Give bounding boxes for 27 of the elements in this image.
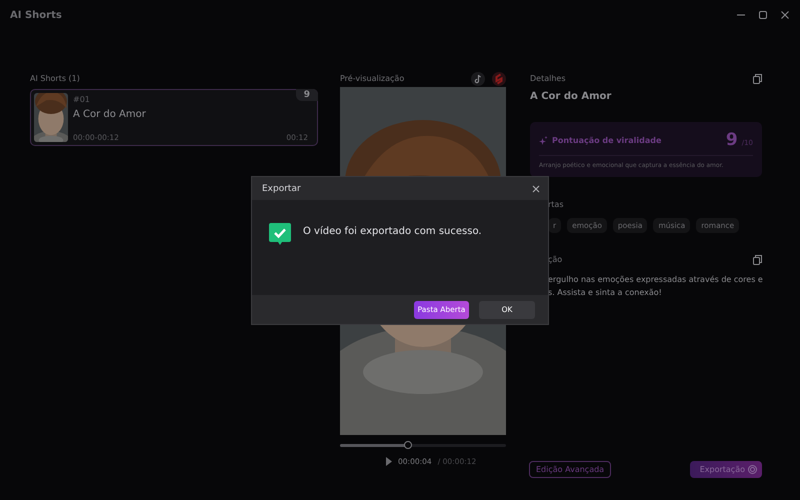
maximize-icon[interactable] (758, 10, 768, 20)
close-icon[interactable] (780, 10, 790, 20)
play-icon[interactable] (386, 457, 392, 466)
virality-score: 9 (726, 130, 738, 150)
music-note-icon[interactable] (471, 72, 485, 86)
score-badge: 9 (296, 89, 318, 101)
progress-handle[interactable] (404, 441, 412, 449)
progress-track[interactable] (340, 444, 506, 447)
close-icon[interactable] (532, 184, 540, 192)
section-heading: Pré-visualização (340, 73, 404, 85)
success-check-icon (268, 222, 292, 246)
section-heading: Detalhes (530, 73, 566, 85)
short-title: A Cor do Amor (530, 91, 612, 102)
short-title: A Cor do Amor (73, 109, 147, 120)
section-heading: AI Shorts (1) (30, 73, 81, 85)
virality-label: Pontuação de viralidade (552, 136, 662, 144)
short-index: #01 (73, 95, 91, 104)
window-title: AI Shorts (10, 10, 62, 20)
advanced-edit-button[interactable]: Edição Avançada (529, 461, 612, 478)
dialog-title: Exportar (262, 184, 301, 194)
copy-icon[interactable] (753, 74, 762, 84)
copy-icon[interactable] (753, 255, 762, 265)
success-message: O vídeo foi exportado com sucesso. (303, 226, 482, 237)
sparkle-icon (539, 136, 548, 144)
description-text: ergulho nas emoções expressadas através de cores e (548, 274, 762, 286)
export-button[interactable]: Exportação (690, 461, 762, 478)
target-icon (748, 465, 757, 474)
